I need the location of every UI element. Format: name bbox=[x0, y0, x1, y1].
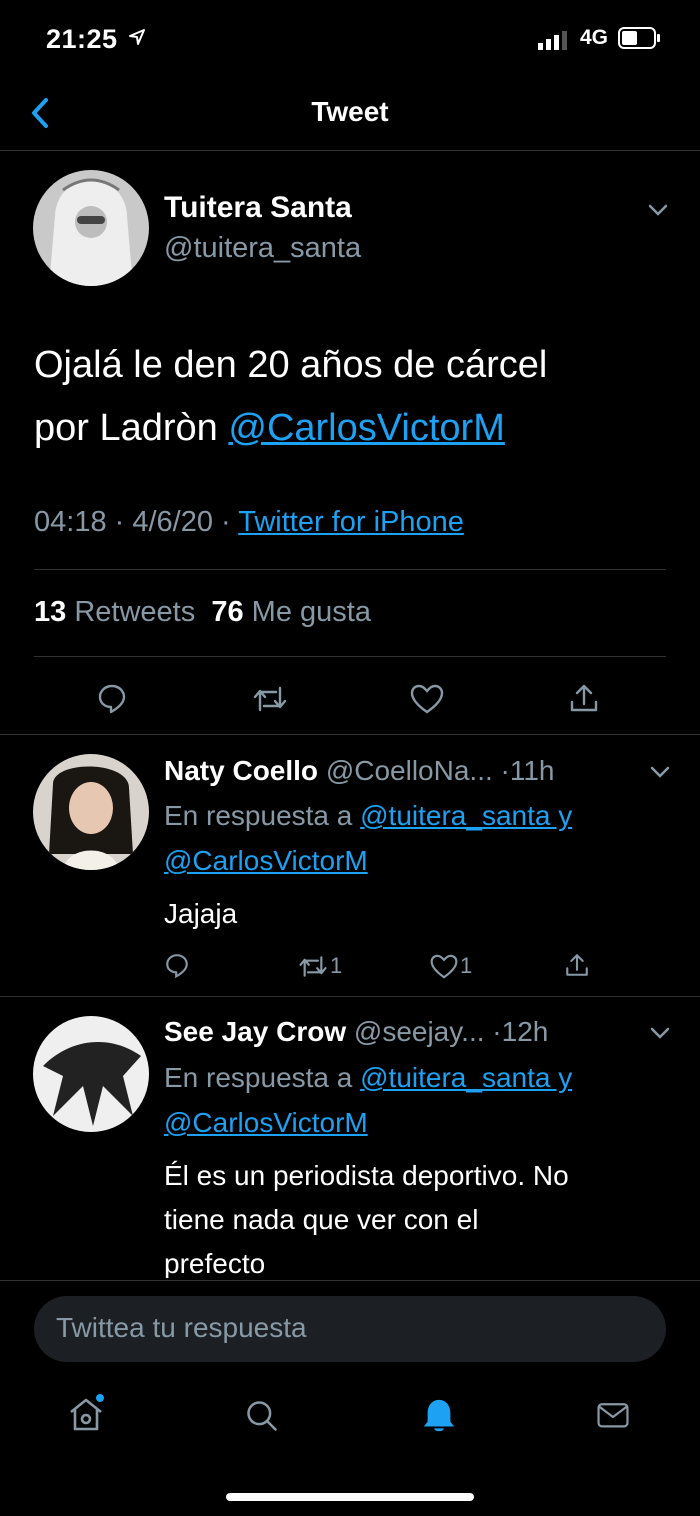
chevron-down-icon[interactable] bbox=[650, 1026, 670, 1040]
reply-to-link[interactable]: @tuitera_santa y bbox=[360, 800, 572, 831]
like-count[interactable]: 76 bbox=[211, 596, 243, 628]
location-arrow-icon bbox=[129, 29, 145, 45]
divider bbox=[0, 734, 700, 735]
share-icon[interactable] bbox=[564, 952, 590, 978]
like-count: 1 bbox=[460, 953, 473, 978]
tweet-text-line2: por Ladròn @CarlosVictorM bbox=[34, 407, 505, 450]
home-icon[interactable] bbox=[66, 1394, 106, 1434]
tweet-text-prefix: por Ladròn bbox=[34, 407, 218, 449]
reply-context: En respuesta a @tuitera_santa y bbox=[164, 1062, 572, 1094]
avatar-image bbox=[33, 754, 149, 870]
reply-author-name[interactable]: Naty Coello bbox=[164, 755, 318, 786]
like-icon[interactable] bbox=[410, 684, 444, 714]
author-name[interactable]: Tuitera Santa bbox=[164, 191, 352, 225]
messages-icon[interactable] bbox=[594, 1400, 632, 1434]
search-icon[interactable] bbox=[244, 1398, 280, 1434]
separator-dot: · bbox=[492, 1016, 502, 1047]
author-avatar[interactable] bbox=[33, 170, 149, 286]
reply-age: 11h bbox=[509, 755, 555, 786]
retweet-count[interactable]: 13 bbox=[34, 596, 66, 628]
page-title: Tweet bbox=[311, 96, 389, 127]
reply-author-handle[interactable]: @CoelloNa... bbox=[326, 755, 493, 786]
reply-author-name[interactable]: See Jay Crow bbox=[164, 1016, 346, 1047]
reply-prefix: En respuesta a bbox=[164, 800, 353, 831]
retweet-count: 1 bbox=[330, 953, 343, 978]
avatar-image bbox=[33, 170, 149, 286]
retweet-label[interactable]: Retweets bbox=[74, 596, 195, 628]
notifications-icon[interactable] bbox=[420, 1396, 458, 1436]
author-handle[interactable]: @tuitera_santa bbox=[164, 232, 361, 265]
tweet-date: 4/6/20 bbox=[132, 506, 213, 538]
reply-to-link[interactable]: @CarlosVictorM bbox=[164, 845, 368, 877]
network-label: 4G bbox=[580, 26, 609, 49]
status-time: 21:25 bbox=[46, 24, 118, 54]
reply-header: See Jay Crow @seejay... ·12h bbox=[164, 1016, 548, 1048]
reply-text: Jajaja bbox=[164, 898, 238, 929]
tweet-text-line1: Ojalá le den 20 años de cárcel bbox=[34, 344, 548, 386]
avatar-image bbox=[33, 1016, 149, 1132]
tweet-stats: 13 Retweets 76 Me gusta bbox=[34, 596, 371, 629]
tweet-meta: 04:18 · 4/6/20 · Twitter for iPhone bbox=[34, 506, 464, 538]
reply-icon[interactable] bbox=[96, 682, 128, 714]
divider bbox=[34, 656, 666, 657]
divider bbox=[0, 996, 700, 997]
divider bbox=[34, 569, 666, 570]
chevron-down-icon[interactable] bbox=[648, 203, 668, 217]
reply-avatar[interactable] bbox=[33, 1016, 149, 1132]
like-label[interactable]: Me gusta bbox=[252, 596, 371, 628]
divider bbox=[0, 1280, 700, 1281]
chevron-down-icon[interactable] bbox=[650, 765, 670, 779]
reply-context: En respuesta a @tuitera_santa y bbox=[164, 800, 572, 832]
reply-age: 12h bbox=[501, 1016, 549, 1047]
home-indicator bbox=[226, 1493, 474, 1501]
reply-prefix: En respuesta a bbox=[164, 1062, 353, 1093]
reply-text-line1: Él es un periodista deportivo. No bbox=[164, 1160, 569, 1191]
retweet-icon[interactable] bbox=[298, 954, 328, 979]
signal-icon bbox=[538, 31, 567, 50]
like-icon[interactable] bbox=[430, 954, 458, 979]
reply-header: Naty Coello @CoelloNa... ·11h bbox=[164, 755, 555, 787]
reply-text-line2: tiene nada que ver con el bbox=[164, 1204, 479, 1235]
reply-avatar[interactable] bbox=[33, 754, 149, 870]
tweet-source-link[interactable]: Twitter for iPhone bbox=[238, 506, 464, 538]
reply-author-handle[interactable]: @seejay... bbox=[354, 1016, 485, 1047]
share-icon[interactable] bbox=[568, 682, 600, 714]
tweet-time: 04:18 bbox=[34, 506, 107, 538]
reply-to-link[interactable]: @CarlosVictorM bbox=[164, 1107, 368, 1139]
retweet-icon[interactable] bbox=[252, 684, 288, 714]
reply-to-link[interactable]: @tuitera_santa y bbox=[360, 1062, 572, 1093]
reply-text-line3: prefecto bbox=[164, 1248, 266, 1278]
battery-icon bbox=[618, 27, 660, 49]
reply-placeholder[interactable]: Twittea tu respuesta bbox=[56, 1312, 307, 1344]
reply-icon[interactable] bbox=[164, 952, 190, 978]
separator-dot: · bbox=[500, 755, 510, 786]
mention-link[interactable]: @CarlosVictorM bbox=[228, 407, 504, 449]
